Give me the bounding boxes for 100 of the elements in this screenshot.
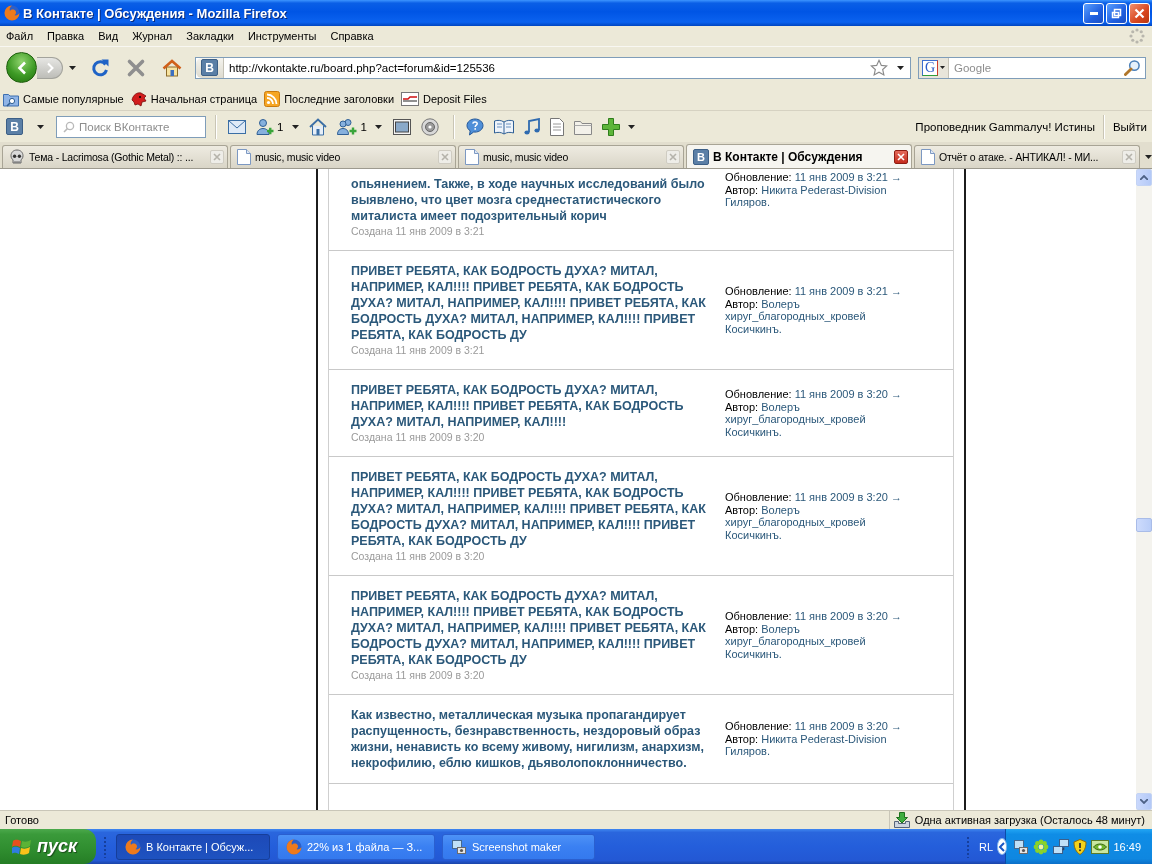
scroll-up-button[interactable] [1136, 169, 1152, 186]
documents-button[interactable] [549, 115, 564, 138]
speech-bubble-icon [465, 117, 484, 136]
chevron-left-icon [998, 841, 1007, 852]
topic-title-link[interactable]: ПРИВЕТ РЕБЯТА, КАК БОДРОСТЬ ДУХА? МИТАЛ, НАПРИМЕР, КАЛ!!!! ПРИВЕТ РЕБЯТА, КАК БОДРОСТЬ ДУХА? МИТАЛ, НАПРИМЕР, КАЛ!!!! ПРИВЕТ РЕБЯТА, КАК БОДРОСТЬ ДУХА? МИТАЛ, НАПРИМЕР, КАЛ!!!! ПРИВЕТ РЕБЯТА, КАК БОДРОСТЬ ДУ [351, 588, 723, 668]
address-bar[interactable]: В http://vkontakte.ru/board.php?act=forum&id=125536 [195, 56, 911, 79]
updated-label: Обновление: [725, 720, 792, 733]
menu-item[interactable]: Справка [323, 27, 381, 45]
back-button[interactable] [6, 52, 37, 83]
menu-item[interactable]: Инструменты [240, 27, 324, 45]
video-button[interactable] [420, 115, 439, 138]
groups-button[interactable]: 1 [337, 115, 367, 138]
close-button[interactable] [1129, 2, 1150, 24]
menu-item[interactable]: Вид [91, 27, 126, 45]
created-date: Создана 11 янв 2009 в 3:20 [351, 430, 486, 444]
updated-date-link[interactable]: 11 янв 2009 в 3:20 → [794, 388, 902, 400]
close-icon [1125, 153, 1133, 161]
bookmark-item[interactable]: Начальная страница [130, 89, 258, 109]
bookmark-item[interactable]: Самые популярные [3, 89, 124, 109]
caret-down-icon [375, 124, 383, 129]
add-button[interactable] [601, 115, 620, 138]
site-logo: В [201, 59, 218, 76]
updated-label: Обновление: [725, 285, 792, 297]
stop-icon [126, 57, 146, 78]
caret-down-icon [940, 66, 945, 69]
browser-tab[interactable]: Тема - Lacrimosa (Gothic Metal) :: ... [2, 145, 228, 168]
updated-date-link[interactable]: 11 янв 2009 в 3:21 → [794, 285, 902, 297]
updated-label: Обновление: [725, 610, 792, 622]
start-button[interactable]: пуск [0, 829, 96, 864]
network-icon[interactable] [1053, 838, 1070, 855]
vk-menu-button[interactable]: В [6, 118, 23, 135]
computer-icon[interactable] [1013, 838, 1030, 855]
page-icon [465, 149, 479, 165]
restore-button[interactable] [1106, 2, 1127, 24]
bookmark-item[interactable]: Последние заголовки [264, 89, 395, 109]
close-icon [441, 153, 449, 161]
updated-label: Обновление: [725, 388, 792, 400]
chevron-left-icon [16, 60, 27, 75]
folder-icon [573, 118, 592, 135]
flag-icon [12, 837, 32, 856]
vk-search-field[interactable]: Поиск ВКонтакте [56, 115, 206, 138]
browser-tab[interactable]: Отчёт о атаке. - АНТИКАЛ! - МИ... [914, 145, 1140, 168]
taskbar-button[interactable]: В Контакте | Обсуж... [116, 833, 270, 860]
scroll-thumb[interactable] [1136, 518, 1152, 533]
scrollbar[interactable] [1136, 169, 1152, 810]
reload-icon [90, 57, 110, 78]
show-hidden-icons-button[interactable] [997, 838, 1008, 855]
download-icon[interactable] [893, 812, 910, 828]
created-date: Создана 11 янв 2009 в 3:20 [351, 668, 486, 682]
star-icon[interactable] [870, 58, 888, 77]
search-engine-button[interactable]: G [919, 57, 949, 78]
shield-icon[interactable] [1073, 838, 1088, 855]
logout-link[interactable]: Выйти [1112, 115, 1147, 138]
menu-item[interactable]: Закладки [179, 27, 241, 45]
bookmark-item[interactable]: Deposit Files [401, 89, 487, 109]
browser-tab[interactable]: music, music video [230, 145, 456, 168]
house-icon [309, 117, 328, 136]
add-users-icon [337, 117, 358, 136]
menu-item[interactable]: Правка [40, 27, 92, 45]
author-byline: Автор: Волеръ хируг_благородных_кровей Косичкинъ. [725, 400, 867, 438]
topic-title-link[interactable]: ПРИВЕТ РЕБЯТА, КАК БОДРОСТЬ ДУХА? МИТАЛ, НАПРИМЕР, КАЛ!!!! ПРИВЕТ РЕБЯТА, КАК БОДРОСТЬ ДУХА? МИТАЛ, НАПРИМЕР, КАЛ!!!! ПРИВЕТ РЕБЯТА, КАК БОДРОСТЬ ДУХА? МИТАЛ, НАПРИМЕР, КАЛ!!!! ПРИВЕТ РЕБЯТА, КАК БОДРОСТЬ ДУ [351, 469, 723, 549]
clock[interactable]: 16:49 [1113, 840, 1141, 853]
topic-title-link[interactable]: ПРИВЕТ РЕБЯТА, КАК БОДРОСТЬ ДУХА? МИТАЛ, НАПРИМЕР, КАЛ!!!! ПРИВЕТ РЕБЯТА, КАК БОДРОСТЬ ДУХА? МИТАЛ, НАПРИМЕР, КАЛ!!!! [351, 382, 723, 430]
topic-title-link[interactable]: опьянением. Также, в ходе научных исследований было выявлено, что цвет мозга среднестатистического миталиста имеет подозрительный корич [351, 176, 723, 224]
author-byline: Автор: Никита Pederast-Division Гиляров. [725, 183, 888, 209]
caret-down-icon [36, 124, 44, 129]
eye-icon[interactable] [1091, 839, 1110, 854]
language-indicator[interactable]: RL [978, 840, 993, 853]
friends-button[interactable]: 1 [256, 115, 284, 138]
music-note-icon [523, 117, 540, 136]
page-icon [921, 149, 935, 165]
help-button[interactable] [465, 115, 484, 138]
search-icon[interactable] [1124, 59, 1141, 76]
updated-date-link[interactable]: 11 янв 2009 в 3:20 → [794, 720, 902, 733]
flower-icon[interactable] [1033, 838, 1050, 855]
minimize-button[interactable] [1083, 2, 1104, 24]
folder-search-icon [3, 91, 19, 107]
updated-date-link[interactable]: 11 янв 2009 в 3:20 → [794, 491, 902, 503]
topic-title-link[interactable]: ПРИВЕТ РЕБЯТА, КАК БОДРОСТЬ ДУХА? МИТАЛ, НАПРИМЕР, КАЛ!!!! ПРИВЕТ РЕБЯТА, КАК БОДРОСТЬ ДУХА? МИТАЛ, НАПРИМЕР, КАЛ!!!! ПРИВЕТ РЕБЯТА, КАК БОДРОСТЬ ДУХА? МИТАЛ, НАПРИМЕР, КАЛ!!!! ПРИВЕТ РЕБЯТА, КАК БОДРОСТЬ ДУ [351, 263, 723, 343]
topic-title-link[interactable]: Как известно, металлическая музыка пропагандирует распущенность, безнравственность, нездоровый образ жизни, ненависть ко всему живому, нигилизм, анархизм, некрофилию, еблю кишков, дьяволопоклонничество. [351, 707, 723, 771]
menu-item[interactable]: Файл [0, 27, 41, 45]
caret-down-icon [291, 124, 299, 129]
updated-date-link[interactable]: 11 янв 2009 в 3:20 → [794, 610, 902, 622]
tab-title: В Контакте | Обсуждения [713, 149, 864, 164]
browser-tab[interactable]: music, music video [458, 145, 684, 168]
close-icon [213, 153, 221, 161]
updated-date-link[interactable]: 11 янв 2009 в 3:21 → [794, 171, 902, 183]
taskbar-button[interactable]: Screenshot maker [442, 833, 595, 860]
tab-close-button[interactable] [894, 149, 908, 164]
feed-icon [264, 91, 281, 107]
download-status-text[interactable]: Одна активная загрузка (Осталось 48 минут) [914, 814, 1145, 826]
card-icon [401, 91, 420, 107]
url-field[interactable]: http://vkontakte.ru/board.php?act=forum&id=125536 [229, 61, 870, 74]
browser-tab[interactable]: В В Контакте | Обсуждения [686, 144, 912, 168]
menu-item[interactable]: Журнал [125, 27, 180, 45]
scroll-down-button[interactable] [1136, 793, 1152, 810]
user-profile-link[interactable]: Проповедник Gammaлуч! Истины [915, 115, 1095, 138]
taskbar-button[interactable]: 22% из 1 файла — З... [277, 833, 435, 860]
computer-icon [451, 838, 467, 855]
page-icon [237, 149, 251, 165]
